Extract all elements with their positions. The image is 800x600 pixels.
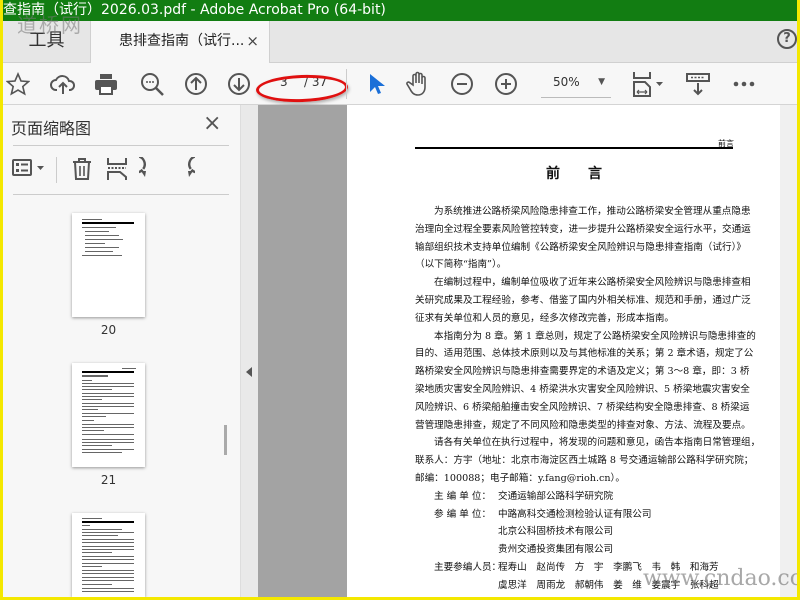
page-thumbnail[interactable]: [72, 213, 145, 317]
divider: [13, 194, 229, 195]
document-scrollbar[interactable]: [780, 105, 797, 597]
delete-page-icon[interactable]: [71, 157, 93, 181]
organization-line: 北京公科固桥技术有限公司: [415, 523, 735, 541]
divider: [13, 145, 229, 146]
tab-bar: 工具 患排查指南（试行... × ?: [3, 21, 797, 64]
help-button[interactable]: ?: [777, 29, 797, 49]
collapse-panel-arrow-icon[interactable]: [246, 367, 252, 377]
document-background: [258, 105, 347, 597]
rotate-counterclockwise-icon[interactable]: [139, 157, 163, 181]
title-bar: 查指南（试行）2026.03.pdf - Adobe Acrobat Pro (…: [3, 0, 797, 21]
page-thumbnails-panel: 页面缩略图 × 20 21: [3, 105, 241, 597]
scroll-up-arrow[interactable]: [224, 211, 230, 215]
rotate-clockwise-icon[interactable]: [171, 157, 195, 181]
paragraph-line: 关研究成果及工程经验，参考、借鉴了国内外相关标准、规范和手册，通过广泛: [415, 294, 751, 306]
panel-splitter[interactable]: [241, 105, 258, 597]
paragraph-line: 风险辨识、6 桥梁船舶撞击安全风险辨识、7 桥梁结构安全隐患排查、8 桥梁运: [415, 401, 750, 413]
paragraph-line: 在编制过程中，编制单位吸收了近年来公路桥梁安全风险辨识与隐患排查相: [434, 277, 751, 289]
organization-role: 参 编 单 位：: [434, 508, 492, 520]
organization-name: 交通运输部公路科学研究院: [498, 490, 614, 502]
paragraph-line: 目的、适用范围、总体技术原则以及与其他标准的关系；第 2 章术语，规定了公: [415, 348, 754, 360]
paragraph-line: 邮编：100088；电子邮箱：y.fang@rioh.cn）。: [415, 472, 625, 484]
paragraph-line: 本指南分为 8 章。第 1 章总则，规定了公路桥梁安全风险辨识与隐患排查的: [434, 330, 756, 342]
zoom-level-select[interactable]: 50% ▼: [541, 71, 611, 98]
toolbar: 3 / 37 50% ▼: [3, 63, 797, 105]
tab-document[interactable]: 患排查指南（试行... ×: [90, 21, 270, 64]
panel-title: 页面缩略图: [11, 119, 92, 138]
page-fit-icon[interactable]: [630, 69, 670, 99]
page-thumbnail[interactable]: [72, 363, 145, 467]
organization-name: 北京公科固桥技术有限公司: [498, 526, 614, 538]
paragraph-line: 路桥梁安全风险辨识与隐患排查需要界定的术语及定义；第 3～8 章，即：3 桥: [415, 366, 750, 378]
header-rule: [415, 147, 733, 149]
organization-line: 贵州交通投资集团有限公司: [415, 541, 735, 559]
paragraph-line: 输部组织技术支持单位编制《公路桥梁安全风险辨识与隐患排查指南（试行）》: [415, 241, 746, 253]
organization-line: 主 编 单 位： 交通运输部公路科学研究院: [415, 488, 735, 506]
paragraph-line: （以下简称“指南”）。: [415, 259, 507, 271]
previous-page-icon[interactable]: [181, 69, 211, 99]
select-cursor-icon[interactable]: [361, 69, 391, 99]
divider: [56, 157, 57, 183]
paragraph-line: 征求有关单位和人员的意见，经多次修改完善，形成本指南。: [415, 312, 675, 324]
watermark-logo: 道桥网: [17, 13, 83, 37]
cloud-upload-icon[interactable]: [48, 69, 78, 99]
organization-name: 贵州交通投资集团有限公司: [498, 544, 614, 556]
paragraph-line: 营管理隐患排查，规定了不同风险和隐患类型的排查对象、方法、流程及要点。: [415, 419, 751, 431]
paragraph-line: 请各有关单位在执行过程中，将发现的问题和意见，函告本指南日常管理组，: [434, 437, 761, 449]
thumbnail-options-icon[interactable]: [11, 157, 47, 179]
hand-tool-icon[interactable]: [403, 69, 433, 99]
document-body: 为系统推进公路桥梁风险隐患排查工作，推动公路桥梁安全管理从重点隐患治理向全过程全…: [415, 203, 761, 595]
tab-document-label: 患排查指南（试行...: [119, 33, 245, 49]
zoom-level-value: 50%: [553, 75, 580, 89]
close-panel-button[interactable]: ×: [203, 111, 221, 136]
thumbnail-label: 20: [100, 323, 117, 337]
zoom-in-icon[interactable]: [491, 69, 521, 99]
thumbnail-scrollbar-thumb[interactable]: [224, 425, 227, 455]
page-title: 前言: [546, 166, 630, 182]
chevron-down-icon: ▼: [598, 77, 605, 87]
insert-page-icon[interactable]: [106, 157, 128, 181]
organization-role: 主要参编人员：: [434, 561, 502, 573]
bookmark-star-icon[interactable]: [3, 69, 33, 99]
more-options-icon[interactable]: [729, 69, 759, 99]
acrobat-window: 查指南（试行）2026.03.pdf - Adobe Acrobat Pro (…: [3, 0, 797, 597]
paragraph-line: 治理向全过程全要素风险管控转变，进一步提升公路桥梁安全运行水平，交通运: [415, 223, 751, 235]
page-thumbnail[interactable]: [72, 513, 145, 597]
paragraph-line: 梁地质灾害安全风险辨识、4 桥梁洪水灾害安全风险辨识、5 桥梁地震灾害安全: [415, 383, 750, 395]
zoom-search-icon[interactable]: [137, 69, 167, 99]
paragraph-line: 为系统推进公路桥梁风险隐患排查工作，推动公路桥梁安全管理从重点隐患: [434, 206, 751, 217]
scroll-mode-icon[interactable]: [683, 69, 713, 99]
watermark-url: www.cndao.com: [643, 566, 797, 591]
paragraph-line: 联系人：方宇（地址：北京市海淀区西土城路 8 号交通运输部公路科学研究院；: [415, 455, 754, 467]
print-icon[interactable]: [91, 69, 121, 99]
organization-role: 主 编 单 位：: [434, 490, 492, 502]
organization-line: 参 编 单 位： 中路高科交通检测检验认证有限公司: [415, 506, 735, 524]
close-tab-button[interactable]: ×: [246, 21, 259, 61]
thumbnail-label: 21: [100, 473, 117, 487]
next-page-icon[interactable]: [224, 69, 254, 99]
organization-name: 中路高科交通检测检验认证有限公司: [498, 508, 652, 520]
divider: [346, 69, 347, 99]
pdf-page: 前言 前言 为系统推进公路桥梁风险隐患排查工作，推动公路桥梁安全管理从重点隐患治…: [347, 105, 780, 597]
zoom-out-icon[interactable]: [447, 69, 477, 99]
